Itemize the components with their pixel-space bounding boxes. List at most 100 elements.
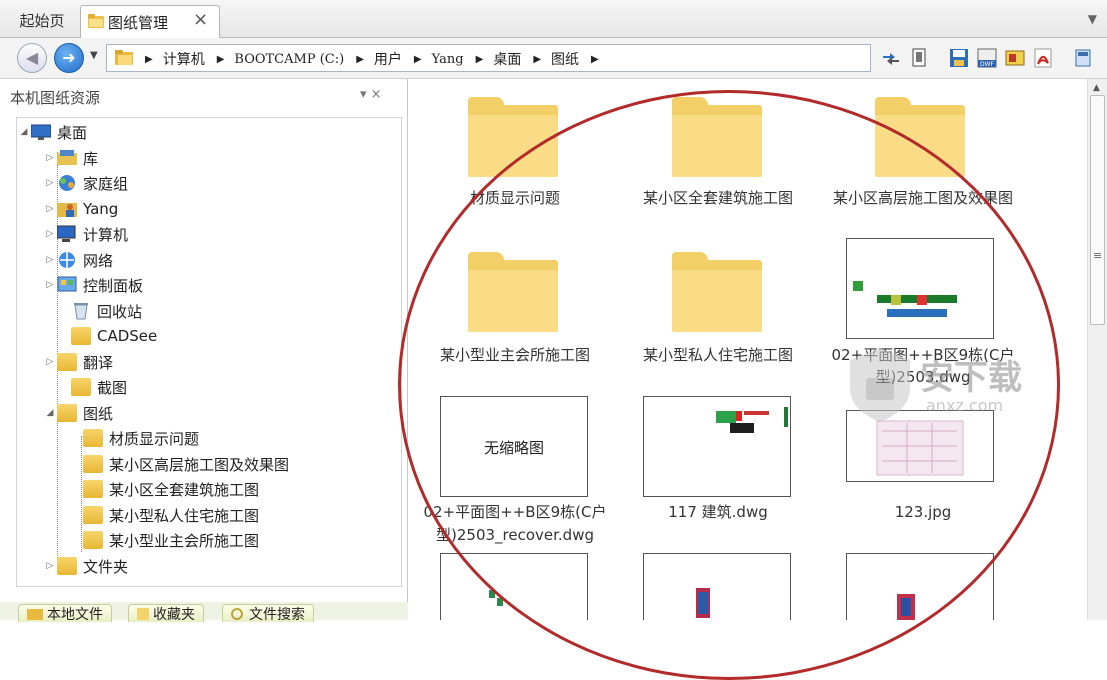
tree-node-screenshots[interactable]: 截图 bbox=[57, 375, 127, 399]
tree-node-folder[interactable]: ▷ 文件夹 bbox=[43, 554, 128, 578]
file-label[interactable]: 117 建筑.dwg bbox=[628, 502, 808, 522]
file-label[interactable]: 02+平面图++B区9栋(C户 bbox=[818, 345, 1028, 365]
folder-icon[interactable] bbox=[672, 97, 762, 177]
tree-child-clubhouse[interactable]: 某小型业主会所施工图 bbox=[83, 528, 259, 552]
tab-drawing-manager[interactable]: 图纸管理 × bbox=[80, 5, 220, 39]
address-toolbar: ◀ ➜ ▼ ▶ 计算机 ▶ BOOTCAMP (C:) ▶ 用户 ▶ Yang ▶ 桌面 … bbox=[0, 38, 1107, 79]
folder-icon bbox=[83, 531, 103, 549]
control-panel-icon bbox=[57, 276, 77, 294]
folder-tree[interactable]: ◢ 桌面 ▷ 库 ▷ 家庭组 ▷ Yang ▷ 计算机 ▷ 网络 ▷ 控制面板 回收站 CA… bbox=[16, 117, 402, 587]
tree-child-residence[interactable]: 某小型私人住宅施工图 bbox=[83, 503, 259, 527]
svg-text:DWF: DWF bbox=[980, 61, 995, 68]
file-label[interactable]: 某小区高层施工图及效果图 bbox=[818, 188, 1028, 208]
forward-button[interactable]: ➜ bbox=[54, 43, 84, 73]
dwg-thumbnail[interactable] bbox=[643, 553, 791, 620]
folder-icon[interactable] bbox=[875, 97, 965, 177]
folder-icon bbox=[57, 353, 77, 371]
history-dropdown-icon[interactable]: ▼ bbox=[90, 50, 98, 61]
tab-favorites[interactable]: 收藏夹 bbox=[128, 604, 204, 623]
tab-label: 图纸管理 bbox=[108, 14, 169, 32]
dwg-thumbnail[interactable] bbox=[846, 553, 994, 620]
tree-node-translate[interactable]: ▷ 翻译 bbox=[43, 350, 113, 374]
pdf-icon[interactable] bbox=[1032, 47, 1054, 69]
homegroup-icon bbox=[57, 174, 77, 192]
file-label[interactable]: 型)2503_recover.dwg bbox=[410, 525, 620, 545]
dwf-icon[interactable]: DWF bbox=[976, 47, 998, 69]
local-drawing-panel: 本机图纸资源 ▾ × ◢ 桌面 ▷ 库 ▷ 家庭组 ▷ Yang ▷ 计算机 ▷ 网络 ▷… bbox=[0, 79, 408, 623]
no-thumbnail-box[interactable]: 无缩略图 bbox=[440, 396, 588, 497]
file-label[interactable]: 某小型业主会所施工图 bbox=[425, 345, 605, 365]
tab-list-dropdown-icon[interactable]: ▼ bbox=[1088, 12, 1097, 26]
dwg-thumbnail[interactable] bbox=[643, 396, 791, 497]
file-label[interactable]: 某小区全套建筑施工图 bbox=[628, 188, 808, 208]
tree-node-computer[interactable]: ▷ 计算机 bbox=[43, 222, 128, 246]
tree-node-user[interactable]: ▷ Yang bbox=[43, 197, 119, 221]
jpg-thumbnail[interactable] bbox=[846, 410, 994, 482]
panel-toggle-icon[interactable] bbox=[1072, 47, 1094, 69]
folder-icon[interactable] bbox=[672, 252, 762, 332]
file-label[interactable]: 材质显示问题 bbox=[425, 188, 605, 208]
tree-child-material[interactable]: 材质显示问题 bbox=[83, 426, 199, 450]
refresh-icon[interactable] bbox=[880, 47, 902, 69]
file-label[interactable]: 某小型私人住宅施工图 bbox=[628, 345, 808, 365]
folder-open-icon bbox=[57, 404, 77, 422]
bookmark-icon[interactable] bbox=[908, 47, 930, 69]
scrollbar-thumb[interactable] bbox=[1090, 95, 1105, 325]
tree-node-library[interactable]: ▷ 库 bbox=[43, 146, 98, 170]
vertical-scrollbar[interactable]: ▲ ≡ bbox=[1087, 79, 1107, 620]
network-icon bbox=[57, 251, 77, 269]
folder-icon bbox=[83, 455, 103, 473]
image-export-icon[interactable] bbox=[1004, 47, 1026, 69]
tree-node-drawings[interactable]: ◢ 图纸 bbox=[43, 401, 113, 425]
breadcrumb-drawings[interactable]: 图纸 bbox=[551, 49, 579, 69]
tab-local-files[interactable]: 本地文件 bbox=[18, 604, 112, 623]
panel-title: 本机图纸资源 bbox=[10, 89, 101, 107]
back-button[interactable]: ◀ bbox=[17, 43, 47, 73]
folder-icon bbox=[57, 557, 77, 575]
computer-icon bbox=[56, 225, 77, 243]
tree-node-homegroup[interactable]: ▷ 家庭组 bbox=[43, 171, 128, 195]
user-folder-icon bbox=[57, 200, 77, 218]
search-icon bbox=[231, 607, 243, 620]
breadcrumb-desktop[interactable]: 桌面 bbox=[493, 49, 521, 69]
recycle-bin-icon bbox=[71, 302, 91, 320]
folder-icon[interactable] bbox=[468, 97, 558, 177]
no-thumbnail-text: 无缩略图 bbox=[483, 439, 544, 457]
file-label[interactable]: 123.jpg bbox=[818, 502, 1028, 522]
dwg-thumbnail[interactable] bbox=[440, 553, 588, 620]
desktop-icon bbox=[30, 123, 52, 141]
tree-node-network[interactable]: ▷ 网络 bbox=[43, 248, 113, 272]
tree-child-full-set[interactable]: 某小区全套建筑施工图 bbox=[83, 477, 259, 501]
scroll-up-icon[interactable]: ▲ bbox=[1093, 83, 1100, 93]
folder-icon bbox=[71, 327, 91, 345]
tree-node-recycle-bin[interactable]: 回收站 bbox=[57, 299, 142, 323]
file-label[interactable]: 02+平面图++B区9栋(C户 bbox=[410, 502, 620, 522]
address-bar[interactable]: ▶ 计算机 ▶ BOOTCAMP (C:) ▶ 用户 ▶ Yang ▶ 桌面 ▶ 图纸 ▶ bbox=[106, 44, 871, 72]
tab-home[interactable]: 起始页 bbox=[8, 6, 76, 36]
save-icon[interactable] bbox=[948, 47, 970, 69]
folder-icon[interactable] bbox=[468, 252, 558, 332]
close-tab-icon[interactable]: × bbox=[193, 9, 208, 30]
file-browser-area[interactable]: 材质显示问题 某小区全套建筑施工图 某小区高层施工图及效果图 某小型业主会所施工… bbox=[410, 79, 1086, 620]
panel-controls[interactable]: ▾ × bbox=[360, 87, 382, 102]
folder-icon bbox=[83, 506, 103, 524]
tree-node-control-panel[interactable]: ▷ 控制面板 bbox=[43, 273, 143, 297]
breadcrumb-computer[interactable]: 计算机 bbox=[163, 49, 205, 69]
bottom-tab-bar: 本地文件 收藏夹 文件搜索 bbox=[0, 602, 408, 623]
folder-icon bbox=[27, 608, 43, 620]
tree-node-cadsee[interactable]: CADSee bbox=[57, 324, 157, 348]
tree-child-highrise[interactable]: 某小区高层施工图及效果图 bbox=[83, 452, 289, 476]
folder-icon bbox=[83, 480, 103, 498]
breadcrumb-users[interactable]: 用户 bbox=[374, 49, 402, 69]
library-icon bbox=[57, 149, 77, 167]
breadcrumb-user[interactable]: Yang bbox=[432, 52, 464, 67]
tree-node-desktop[interactable]: ◢ 桌面 bbox=[17, 120, 87, 144]
star-icon bbox=[137, 607, 149, 620]
folder-icon bbox=[71, 378, 91, 396]
tab-file-search[interactable]: 文件搜索 bbox=[222, 604, 314, 623]
breadcrumb-drive[interactable]: BOOTCAMP (C:) bbox=[234, 52, 344, 67]
dwg-thumbnail[interactable] bbox=[846, 238, 994, 339]
scroll-grip-icon: ≡ bbox=[1093, 249, 1103, 262]
file-label[interactable]: 型)2503.dwg bbox=[818, 367, 1028, 387]
toolbar-icons: DWF bbox=[880, 47, 1094, 69]
